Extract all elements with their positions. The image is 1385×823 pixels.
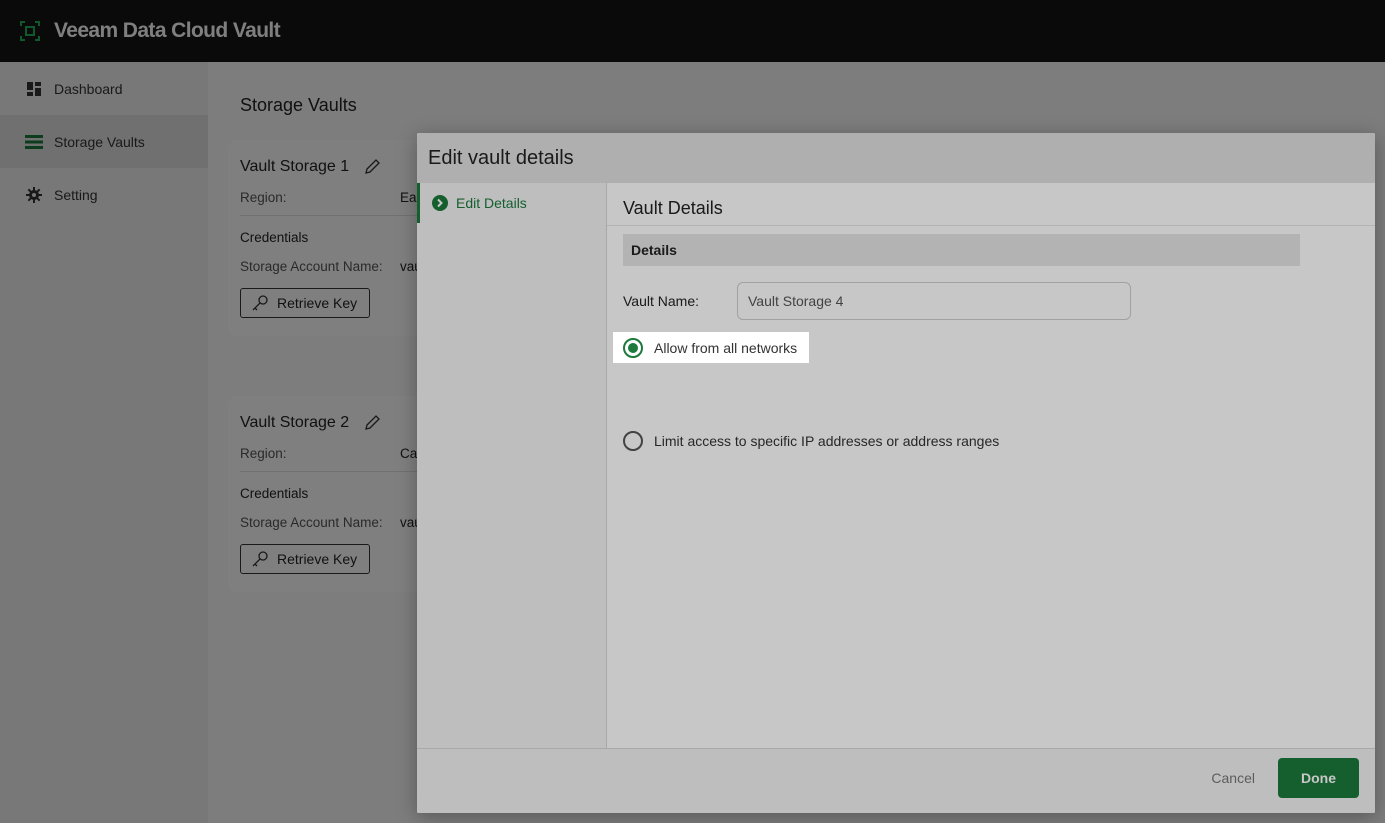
modal-title: Edit vault details [417,133,1375,183]
edit-vault-modal: Edit vault details Edit Details Vault De… [417,133,1375,813]
radio-label: Limit access to specific IP addresses or… [654,432,1000,449]
radio-button[interactable] [623,430,643,451]
radio-allow-all-networks[interactable]: Allow from all networks [613,332,809,363]
done-button[interactable]: Done [1278,758,1359,798]
vault-name-label: Vault Name: [623,293,699,309]
vault-name-input[interactable] [737,282,1131,320]
radio-limit-access[interactable]: Limit access to specific IP addresses or… [613,425,1013,456]
details-subheader: Details [623,234,1300,266]
active-step-indicator [417,183,420,223]
vault-name-row: Vault Name: [623,282,1131,320]
radio-label: Allow from all networks [654,339,798,356]
section-title: Vault Details [607,183,1375,226]
radio-dot [628,342,638,353]
chevron-circle-icon [432,195,448,211]
modal-content: Vault Details Details Vault Name: Limit … [607,183,1375,748]
step-label: Edit Details [456,195,527,211]
cancel-button[interactable]: Cancel [1211,770,1255,786]
modal-steps: Edit Details [417,183,607,748]
modal-footer: Cancel Done [417,748,1375,813]
radio-button-selected[interactable] [623,337,643,358]
step-edit-details[interactable]: Edit Details [417,183,606,223]
